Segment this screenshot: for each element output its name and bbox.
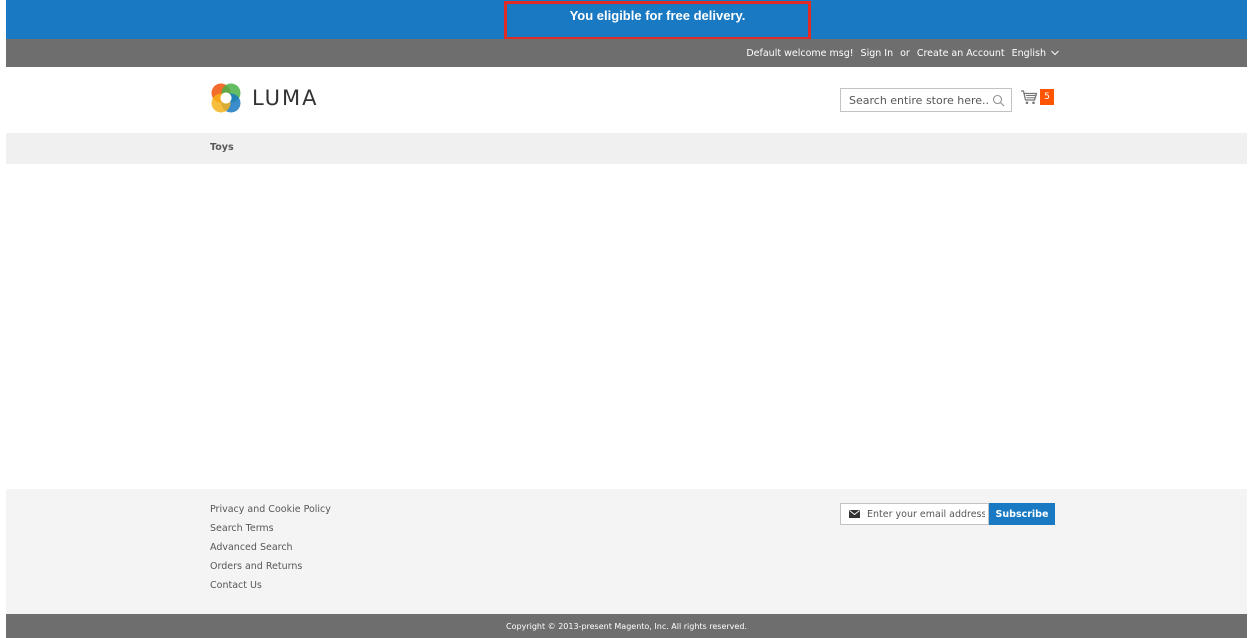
nav-item-toys[interactable]: Toys [210,142,234,153]
search-icon[interactable] [992,94,1005,107]
page: You eligible for free delivery. Default … [0,0,1253,638]
copyright-bar: Copyright © 2013-present Magento, Inc. A… [6,614,1247,638]
newsletter-form: Subscribe [840,503,1055,525]
newsletter-field[interactable] [840,503,989,525]
footer-links: Privacy and Cookie Policy Search Terms A… [210,503,331,598]
language-label: English [1011,47,1046,59]
copyright-text: Copyright © 2013-present Magento, Inc. A… [506,621,747,631]
or-separator: or [900,47,910,59]
luma-logo[interactable]: LUMA [210,82,319,114]
create-account-link[interactable]: Create an Account [917,48,1005,59]
minicart[interactable]: 5 [1020,89,1054,105]
newsletter-email-input[interactable] [867,508,985,520]
main-navigation: Toys [6,133,1247,164]
header-panel: Default welcome msg! Sign In or Create a… [6,39,1247,67]
header-links: Default welcome msg! Sign In or Create a… [746,39,1059,67]
cart-count-badge[interactable]: 5 [1040,89,1054,105]
footer-link-orders-returns[interactable]: Orders and Returns [210,560,331,579]
logo-text: LUMA [252,86,319,110]
promo-message: You eligible for free delivery. [569,8,746,23]
welcome-message: Default welcome msg! [746,47,854,59]
language-switcher[interactable]: English [1012,48,1059,59]
envelope-icon [849,510,860,518]
subscribe-button[interactable]: Subscribe [989,503,1055,525]
footer-link-advanced-search[interactable]: Advanced Search [210,541,331,560]
luma-logo-icon [211,83,241,113]
footer-link-privacy[interactable]: Privacy and Cookie Policy [210,503,331,522]
search-input[interactable] [849,93,989,107]
cart-icon[interactable] [1020,89,1038,105]
promo-highlight: You eligible for free delivery. [504,1,811,40]
footer-link-search-terms[interactable]: Search Terms [210,522,331,541]
footer: Privacy and Cookie Policy Search Terms A… [6,489,1247,614]
chevron-down-icon [1051,50,1059,55]
search-box[interactable] [840,88,1012,112]
sign-in-link[interactable]: Sign In [861,48,894,59]
promo-bar: You eligible for free delivery. [6,0,1247,40]
footer-link-contact-us[interactable]: Contact Us [210,579,331,598]
